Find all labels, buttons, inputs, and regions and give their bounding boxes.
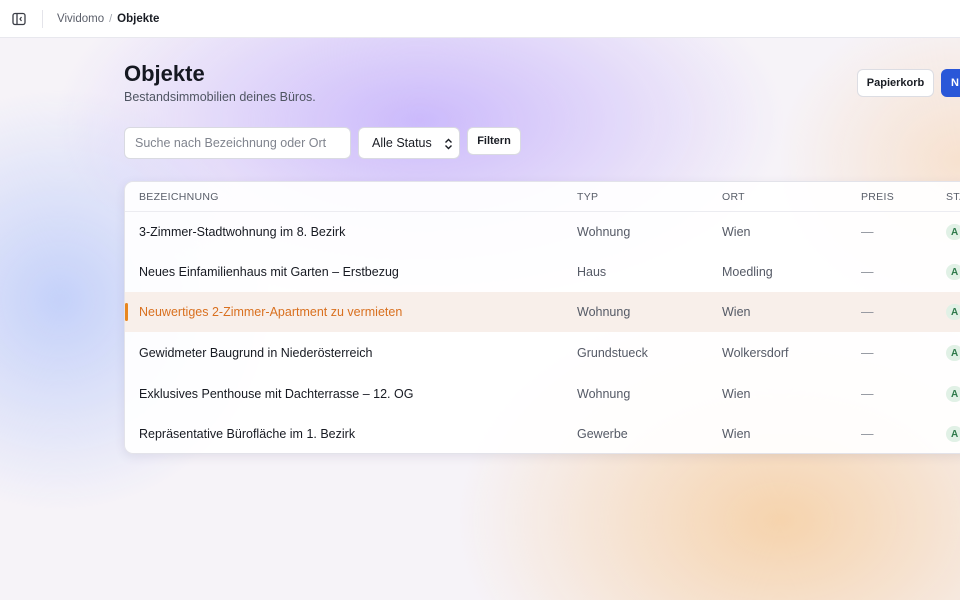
selection-indicator [125,303,128,321]
column-header-type[interactable]: TYP [577,191,598,203]
row-name: Gewidmeter Baugrund in Niederösterreich [139,346,373,360]
column-header-status[interactable]: STA [946,191,960,203]
column-header-location[interactable]: ORT [722,191,745,203]
sidebar-toggle-icon[interactable] [10,10,28,28]
row-price: — [861,265,874,279]
status-badge: A [946,345,960,361]
row-type: Gewerbe [577,427,628,441]
status-badge: A [946,426,960,442]
table-header: BEZEICHNUNG TYP ORT PREIS STA [125,182,960,212]
row-location: Moedling [722,265,773,279]
row-type: Wohnung [577,387,631,401]
topbar-divider [42,9,43,28]
column-header-name[interactable]: BEZEICHNUNG [139,191,219,203]
column-header-price[interactable]: PREIS [861,191,894,203]
chevron-updown-icon [445,138,452,150]
breadcrumb-root[interactable]: Vividomo [57,13,104,25]
table-row[interactable]: 3-Zimmer-Stadtwohnung im 8. Bezirk Wohnu… [125,212,960,252]
row-location: Wien [722,427,751,441]
table-row-selected[interactable]: Neuwertiges 2-Zimmer-Apartment zu vermie… [125,292,960,332]
row-name: Neues Einfamilienhaus mit Garten – Erstb… [139,265,399,279]
row-name: Exklusives Penthouse mit Dachterrasse – … [139,387,414,401]
breadcrumb: Vividomo / Objekte [57,13,159,25]
table-row[interactable]: Exklusives Penthouse mit Dachterrasse – … [125,374,960,414]
status-badge: A [946,264,960,280]
table-row[interactable]: Neues Einfamilienhaus mit Garten – Erstb… [125,252,960,292]
row-type: Wohnung [577,305,631,319]
row-location: Wien [722,225,751,239]
row-price: — [861,346,874,360]
status-select[interactable]: Alle Status [358,127,460,159]
row-name: Neuwertiges 2-Zimmer-Apartment zu vermie… [139,305,403,319]
trash-button[interactable]: Papierkorb [857,69,934,97]
row-price: — [861,387,874,401]
row-price: — [861,427,874,441]
row-price: — [861,225,874,239]
status-select-value: Alle Status [372,136,432,150]
status-badge: A [946,386,960,402]
breadcrumb-current: Objekte [117,12,160,25]
row-type: Wohnung [577,225,631,239]
row-location: Wien [722,387,751,401]
new-object-button[interactable]: N [941,69,960,97]
row-location: Wolkersdorf [722,346,789,360]
page-subtitle: Bestandsimmobilien deines Büros. [124,90,316,104]
filter-button[interactable]: Filtern [467,127,521,155]
row-type: Grundstueck [577,346,648,360]
row-type: Haus [577,265,607,279]
row-name: 3-Zimmer-Stadtwohnung im 8. Bezirk [139,225,346,239]
page-title: Objekte [124,61,205,86]
search-input[interactable] [124,127,351,159]
table-row[interactable]: Repräsentative Bürofläche im 1. Bezirk G… [125,414,960,453]
row-name: Repräsentative Bürofläche im 1. Bezirk [139,427,356,441]
row-price: — [861,305,874,319]
objects-table: BEZEICHNUNG TYP ORT PREIS STA 3-Zimmer-S… [124,181,960,454]
status-badge: A [946,224,960,240]
breadcrumb-separator: / [109,12,113,25]
row-location: Wien [722,305,751,319]
status-badge: A [946,304,960,320]
top-bar: Vividomo / Objekte [0,0,960,38]
table-row[interactable]: Gewidmeter Baugrund in Niederösterreich … [125,333,960,373]
